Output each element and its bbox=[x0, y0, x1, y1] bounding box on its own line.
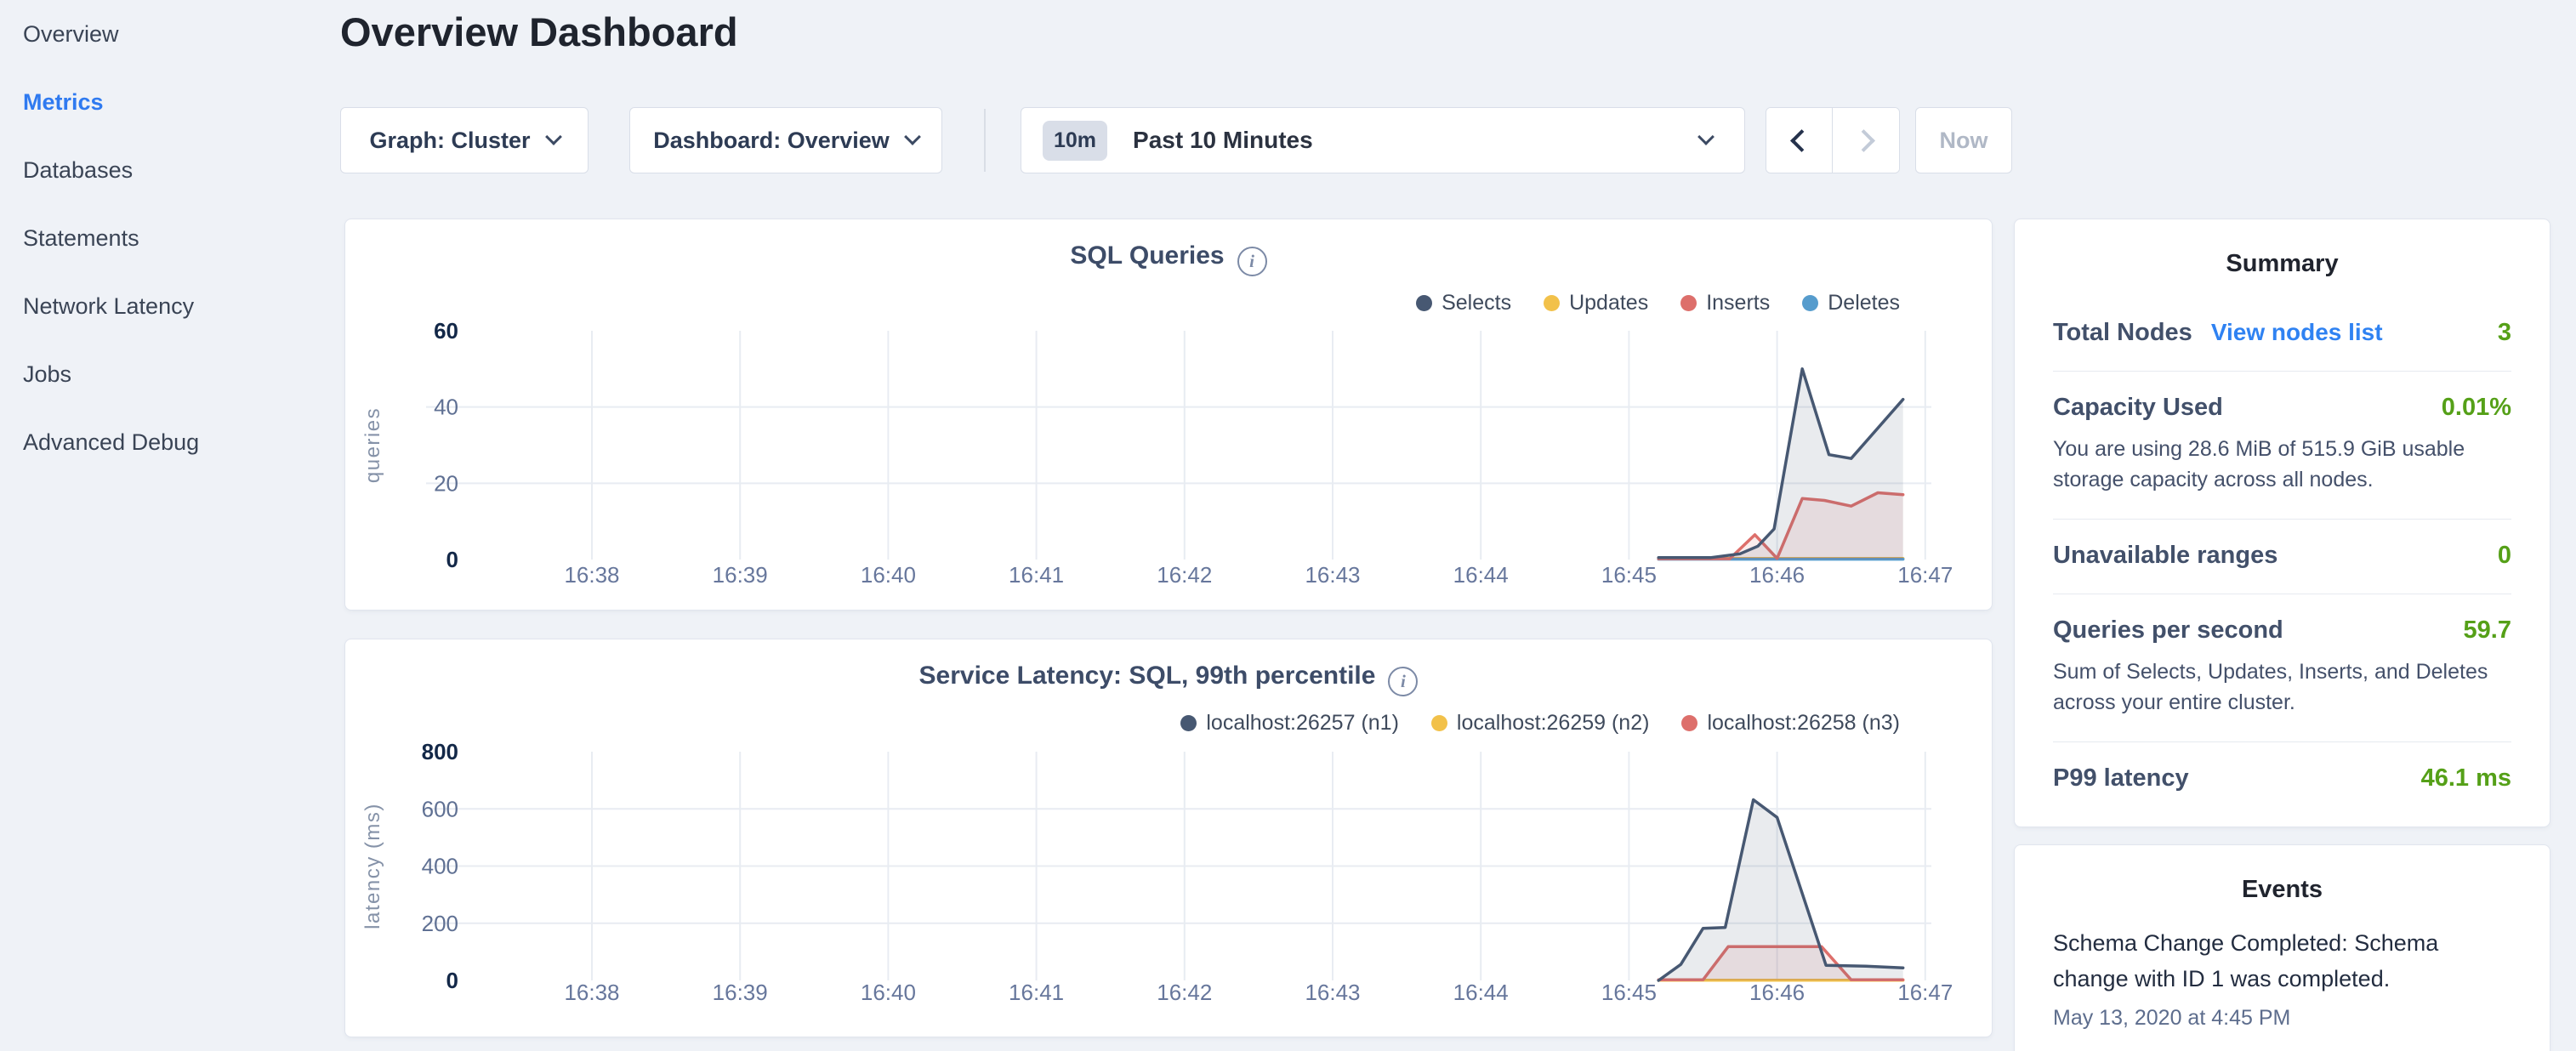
summary-row-head: Unavailable ranges 0 bbox=[2053, 542, 2511, 570]
event-item[interactable]: Schema Change Completed: Schema change w… bbox=[2053, 926, 2511, 1031]
svg-text:16:46: 16:46 bbox=[1749, 562, 1805, 588]
page: OverviewMetricsDatabasesStatementsNetwor… bbox=[0, 0, 2576, 1051]
time-window-badge: 10m bbox=[1043, 121, 1107, 161]
svg-text:800: 800 bbox=[422, 739, 458, 764]
event-timestamp: May 13, 2020 at 4:45 PM bbox=[2053, 1006, 2511, 1031]
svg-text:600: 600 bbox=[422, 796, 458, 821]
summary-row: Capacity Used 0.01% You are using 28.6 MiB… bbox=[2053, 371, 2511, 519]
summary-row: Queries per second 59.7 Sum of Selects, Up… bbox=[2053, 594, 2511, 741]
summary-row-value: 46.1 ms bbox=[2421, 764, 2511, 793]
svg-text:16:42: 16:42 bbox=[1157, 980, 1212, 1005]
svg-text:16:38: 16:38 bbox=[564, 562, 619, 588]
events-list: Schema Change Completed: Schema change w… bbox=[2053, 926, 2511, 1031]
summary-row-label: P99 latency bbox=[2053, 764, 2189, 793]
summary-row-label: Queries per second bbox=[2053, 616, 2283, 645]
sidebar-item-advanced-debug[interactable]: Advanced Debug bbox=[23, 408, 340, 476]
graph-dropdown[interactable]: Graph: Cluster bbox=[340, 107, 589, 173]
time-window-select[interactable]: 10m Past 10 Minutes bbox=[1021, 107, 1745, 173]
dashboard-dropdown-label: Dashboard: Overview bbox=[653, 128, 890, 154]
event-text: Schema Change Completed: Schema change w… bbox=[2053, 926, 2471, 997]
sidebar-item-overview[interactable]: Overview bbox=[23, 0, 340, 68]
chevron-down-icon bbox=[545, 128, 562, 145]
summary-row-label: Total Nodes bbox=[2053, 319, 2192, 347]
svg-text:16:43: 16:43 bbox=[1305, 980, 1360, 1005]
svg-text:16:47: 16:47 bbox=[1897, 980, 1953, 1005]
summary-row-head: Total Nodes View nodes list 3 bbox=[2053, 319, 2511, 347]
time-prev-button[interactable] bbox=[1766, 108, 1833, 173]
svg-text:16:41: 16:41 bbox=[1009, 562, 1064, 588]
summary-row-value: 0 bbox=[2498, 542, 2511, 570]
svg-text:16:43: 16:43 bbox=[1305, 562, 1360, 588]
summary-row: Total Nodes View nodes list 3 bbox=[2053, 297, 2511, 371]
dashboard-dropdown[interactable]: Dashboard: Overview bbox=[629, 107, 942, 173]
summary-rows: Total Nodes View nodes list 3 Capacity Used… bbox=[2053, 297, 2511, 816]
summary-row-note: You are using 28.6 MiB of 515.9 GiB usab… bbox=[2053, 434, 2511, 495]
svg-text:16:38: 16:38 bbox=[564, 980, 619, 1005]
summary-row: P99 latency 46.1 ms bbox=[2053, 741, 2511, 816]
time-window-label: Past 10 Minutes bbox=[1133, 127, 1700, 154]
summary-row-note: Sum of Selects, Updates, Inserts, and De… bbox=[2053, 656, 2511, 718]
summary-panel: Summary Total Nodes View nodes list 3 Capac… bbox=[2014, 219, 2550, 827]
svg-text:0: 0 bbox=[446, 968, 458, 993]
sql-queries-plot: 16:38 16:39 16:40 16:41 16:42 16:43 16:44 16:45… bbox=[345, 219, 1993, 611]
svg-text:16:44: 16:44 bbox=[1453, 980, 1509, 1005]
svg-text:16:40: 16:40 bbox=[861, 980, 916, 1005]
sidebar-item-metrics[interactable]: Metrics bbox=[23, 68, 340, 136]
summary-row-head: Capacity Used 0.01% bbox=[2053, 394, 2511, 422]
svg-text:200: 200 bbox=[422, 911, 458, 936]
svg-text:60: 60 bbox=[434, 318, 458, 344]
time-next-button[interactable] bbox=[1833, 108, 1899, 173]
summary-row-value: 59.7 bbox=[2464, 616, 2511, 645]
chevron-right-icon bbox=[1852, 129, 1875, 152]
svg-text:0: 0 bbox=[446, 547, 458, 572]
svg-text:16:45: 16:45 bbox=[1601, 980, 1657, 1005]
sidebar: OverviewMetricsDatabasesStatementsNetwor… bbox=[0, 0, 340, 1051]
summary-row-label: Capacity Used bbox=[2053, 394, 2223, 422]
page-title: Overview Dashboard bbox=[340, 9, 738, 55]
svg-text:400: 400 bbox=[422, 854, 458, 879]
view-nodes-link[interactable]: View nodes list bbox=[2211, 319, 2383, 346]
summary-title: Summary bbox=[2053, 250, 2511, 278]
sql-queries-chart-card: SQL Queriesi SelectsUpdatesInsertsDelete… bbox=[344, 219, 1993, 611]
graph-dropdown-label: Graph: Cluster bbox=[369, 128, 530, 154]
now-button[interactable]: Now bbox=[1915, 107, 2012, 173]
toolbar-divider bbox=[984, 109, 986, 172]
svg-text:16:40: 16:40 bbox=[861, 562, 916, 588]
sidebar-item-databases[interactable]: Databases bbox=[23, 136, 340, 204]
chevron-down-icon bbox=[904, 128, 921, 145]
svg-text:queries: queries bbox=[361, 407, 384, 483]
svg-text:16:41: 16:41 bbox=[1009, 980, 1064, 1005]
time-nav-group bbox=[1766, 107, 1900, 173]
sidebar-item-statements[interactable]: Statements bbox=[23, 204, 340, 272]
chevron-left-icon bbox=[1790, 129, 1813, 152]
summary-row-value: 3 bbox=[2498, 319, 2511, 347]
svg-text:20: 20 bbox=[434, 470, 458, 496]
svg-text:16:47: 16:47 bbox=[1897, 562, 1953, 588]
service-latency-chart-card: Service Latency: SQL, 99th percentilei l… bbox=[344, 639, 1993, 1037]
svg-text:40: 40 bbox=[434, 395, 458, 420]
service-latency-plot: 16:38 16:39 16:40 16:41 16:42 16:43 16:44 16:45… bbox=[345, 639, 1993, 1038]
summary-row-head: Queries per second 59.7 bbox=[2053, 616, 2511, 645]
sidebar-item-network-latency[interactable]: Network Latency bbox=[23, 272, 340, 340]
svg-text:16:46: 16:46 bbox=[1749, 980, 1805, 1005]
events-panel: Events Schema Change Completed: Schema c… bbox=[2014, 844, 2550, 1051]
svg-text:16:39: 16:39 bbox=[713, 562, 768, 588]
summary-row-head: P99 latency 46.1 ms bbox=[2053, 764, 2511, 793]
sidebar-list: OverviewMetricsDatabasesStatementsNetwor… bbox=[0, 0, 340, 476]
summary-row: Unavailable ranges 0 bbox=[2053, 519, 2511, 594]
svg-text:16:42: 16:42 bbox=[1157, 562, 1212, 588]
svg-text:latency (ms): latency (ms) bbox=[361, 803, 384, 929]
svg-text:16:39: 16:39 bbox=[713, 980, 768, 1005]
chevron-down-icon bbox=[1697, 128, 1714, 145]
svg-text:16:44: 16:44 bbox=[1453, 562, 1509, 588]
summary-row-value: 0.01% bbox=[2442, 394, 2511, 422]
svg-text:16:45: 16:45 bbox=[1601, 562, 1657, 588]
sidebar-item-jobs[interactable]: Jobs bbox=[23, 340, 340, 408]
events-title: Events bbox=[2053, 876, 2511, 904]
summary-row-label: Unavailable ranges bbox=[2053, 542, 2277, 570]
